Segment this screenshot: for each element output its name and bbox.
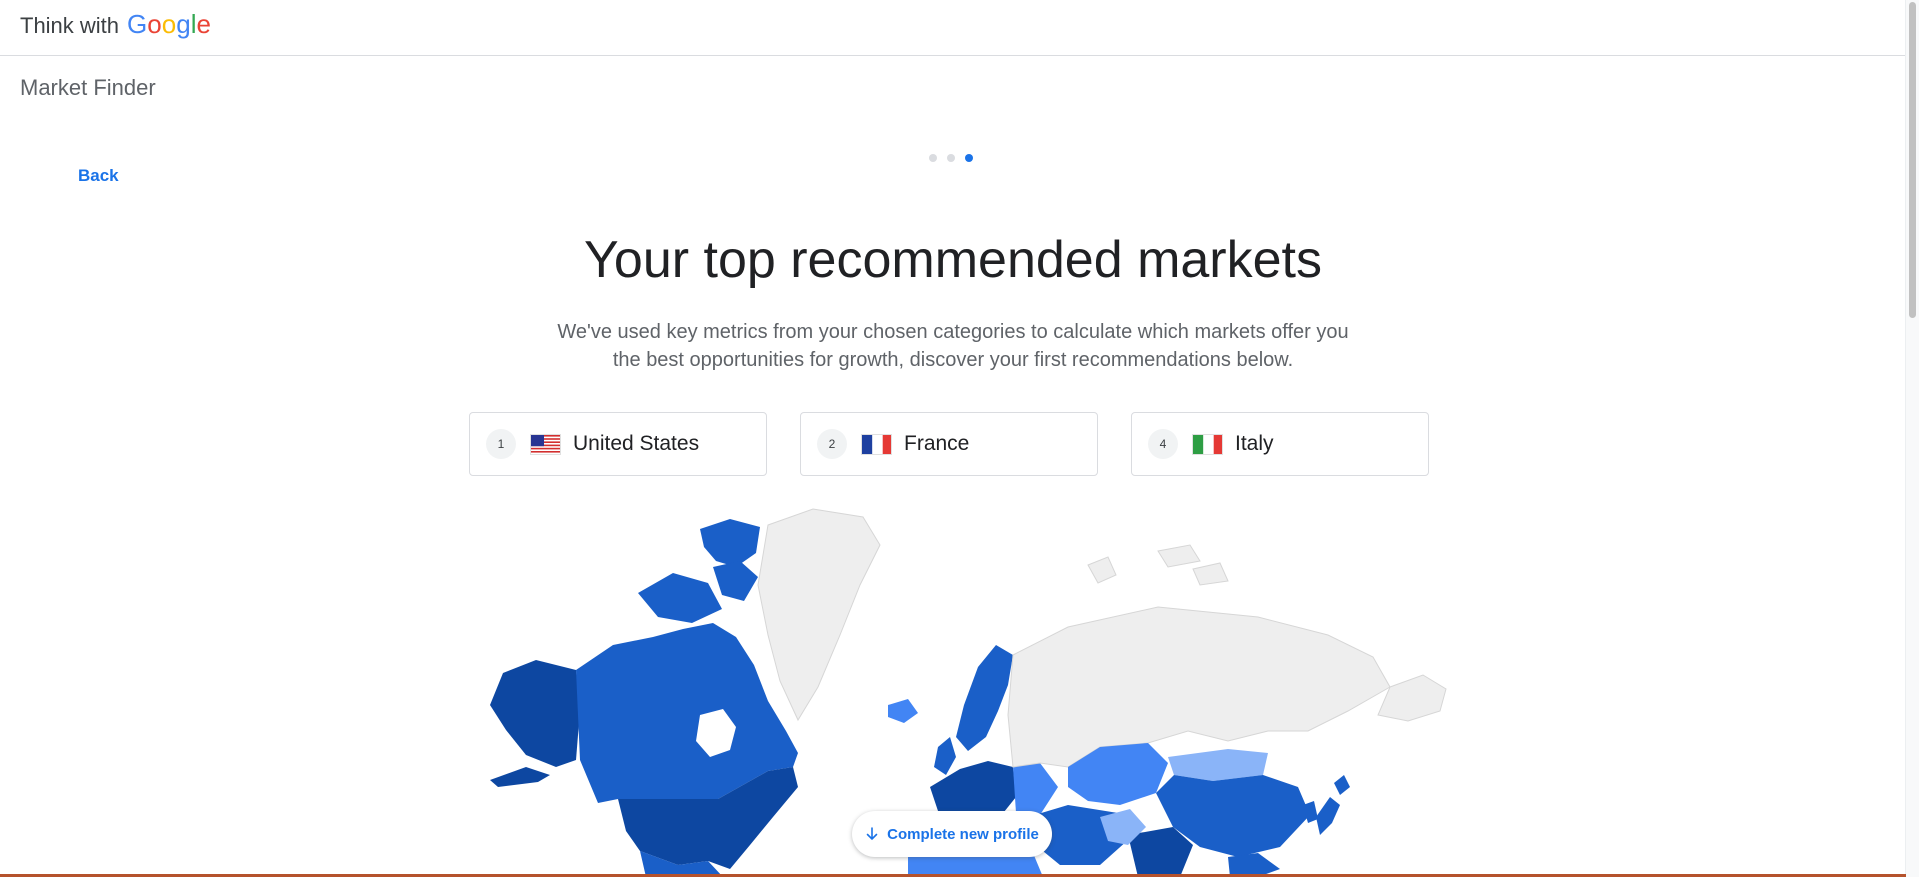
us-flag-icon: [530, 433, 561, 455]
market-cards: 1 United States 2 France 4 Italy: [469, 412, 1429, 476]
google-letter: e: [196, 9, 211, 39]
arrow-down-icon: [866, 827, 878, 841]
page-title: Your top recommended markets: [583, 231, 1322, 289]
think-with-google-logo[interactable]: Think with Google: [20, 9, 211, 40]
map-region-russian-islands: [1087, 556, 1117, 584]
google-letter: o: [161, 9, 177, 39]
back-button[interactable]: Back: [78, 166, 119, 186]
it-flag-icon: [1192, 433, 1223, 455]
step-indicator: [929, 154, 973, 162]
step-dot-active: [965, 154, 973, 162]
product-name[interactable]: Market Finder: [20, 75, 156, 101]
market-card-united-states[interactable]: 1 United States: [469, 412, 767, 476]
market-card-france[interactable]: 2 France: [800, 412, 1098, 476]
google-letter: o: [147, 9, 162, 39]
map-region-chukotka: [1377, 674, 1447, 722]
market-name: France: [904, 432, 970, 455]
map-region-arctic-islands: [638, 573, 722, 623]
map-region-alaska: [490, 660, 580, 767]
subtitle-line: the best opportunities for growth, disco…: [612, 349, 1294, 371]
map-region-scandinavia: [956, 645, 1013, 751]
map-region-russian-islands: [1157, 544, 1201, 568]
google-letter: g: [176, 9, 191, 39]
rank-badge: 2: [817, 429, 847, 459]
scrollbar-thumb[interactable]: [1909, 2, 1916, 318]
map-region-arctic-islands: [700, 519, 760, 567]
site-header: Think with Google: [0, 0, 1906, 56]
map-region-eastern-europe: [1013, 763, 1058, 815]
step-dot: [947, 154, 955, 162]
rank-badge: 1: [486, 429, 516, 459]
map-region-iceland: [888, 699, 918, 723]
market-card-italy[interactable]: 4 Italy: [1131, 412, 1429, 476]
complete-new-profile-button[interactable]: Complete new profile: [852, 811, 1052, 857]
brand-prefix: Think with: [20, 13, 120, 38]
map-region-russian-islands: [1192, 562, 1229, 586]
step-dot: [929, 154, 937, 162]
map-region-uk: [934, 737, 956, 775]
page-subtitle: We've used key metrics from your chosen …: [540, 318, 1366, 374]
cta-label: Complete new profile: [887, 825, 1039, 843]
map-region-japan: [1316, 797, 1340, 835]
map-region-alaska-tail: [490, 767, 550, 787]
map-region-japan: [1334, 775, 1350, 795]
map-region-arctic-islands: [713, 561, 758, 601]
google-letter: G: [127, 9, 148, 39]
fr-flag-icon: [861, 433, 892, 455]
rank-badge: 4: [1148, 429, 1178, 459]
market-name: Italy: [1235, 432, 1274, 455]
subtitle-line: We've used key metrics from your chosen …: [557, 321, 1349, 343]
market-name: United States: [573, 432, 700, 455]
google-wordmark: Google: [127, 9, 211, 40]
map-region-russia: [1007, 606, 1391, 768]
vertical-scrollbar[interactable]: [1905, 0, 1919, 877]
map-region-greenland: [757, 508, 881, 722]
